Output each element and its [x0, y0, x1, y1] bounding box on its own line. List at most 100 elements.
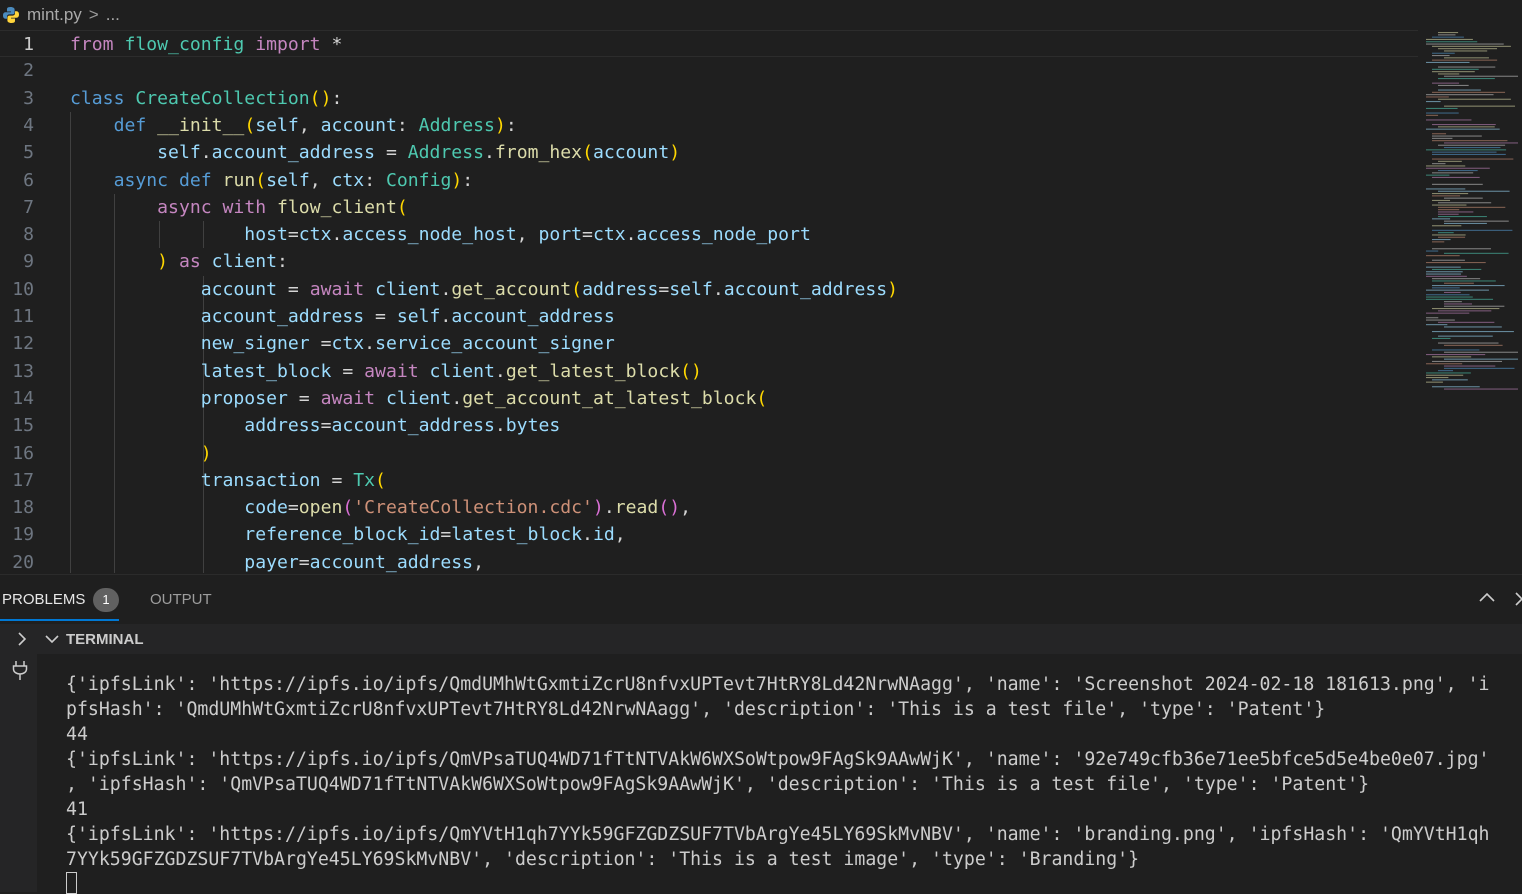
code-text: def __init__(self, account: Address):: [113, 114, 517, 136]
minimap-line: [1432, 241, 1445, 243]
code-line[interactable]: 3 class CreateCollection():: [0, 85, 1420, 112]
line-number: 9: [23, 251, 34, 273]
minimap-line: [1432, 91, 1506, 93]
minimap-line: [1426, 363, 1463, 365]
code-line[interactable]: 20 payer=account_address,: [0, 549, 1420, 573]
code-editor[interactable]: 1 from flow_config import * 2 3 class Create…: [0, 30, 1522, 573]
line-number: 6: [23, 169, 34, 191]
code-text: account_address = self.account_address: [200, 306, 615, 327]
minimap-line: [1426, 312, 1470, 314]
minimap-line: [1432, 55, 1450, 57]
code-text: account = await client.get_account(addre…: [200, 278, 899, 300]
plug-icon[interactable]: [11, 659, 29, 681]
code-text: transaction = Tx(: [200, 469, 386, 491]
minimap-line: [1444, 147, 1501, 149]
chevron-down-icon[interactable]: [42, 629, 62, 649]
code-text: host=ctx.access_node_host, port=ctx.acce…: [244, 224, 811, 246]
code-line[interactable]: 1 from flow_config import *: [0, 30, 1418, 57]
chevron-right-icon: >: [88, 5, 99, 24]
code-text: async with flow_client(: [157, 196, 408, 218]
terminal-output[interactable]: {'ipfsLink': 'https://ipfs.io/ipfs/QmdUM…: [37, 654, 1522, 894]
line-number: 20: [12, 551, 34, 573]
minimap-line: [1432, 68, 1479, 70]
minimap-line: [1444, 301, 1462, 303]
minimap-line: [1438, 48, 1498, 50]
code-line[interactable]: 2: [0, 57, 1420, 84]
minimap-line: [1438, 209, 1460, 211]
minimap-line: [1432, 135, 1482, 137]
minimap-line: [1438, 335, 1493, 337]
line-number: 4: [23, 114, 34, 136]
code-line[interactable]: 12 new_signer =ctx.service_account_signe…: [0, 330, 1420, 357]
code-line[interactable]: 19 reference_block_id=latest_block.id,: [0, 521, 1420, 548]
minimap-line: [1426, 296, 1473, 298]
code-line[interactable]: 8 host=ctx.access_node_host, port=ctx.ac…: [0, 221, 1420, 248]
minimap-line: [1426, 96, 1449, 98]
code-line[interactable]: 6 async def run(self, ctx: Config):: [0, 167, 1420, 194]
terminal-line: {'ipfsLink': 'https://ipfs.io/ipfs/QmVPs…: [66, 749, 1490, 770]
code-line[interactable]: 10 account = await client.get_account(ad…: [0, 276, 1420, 303]
code-line[interactable]: 15 address=account_address.bytes: [0, 412, 1420, 439]
line-number: 3: [23, 87, 34, 109]
tab-problems[interactable]: PROBLEMS: [2, 591, 85, 608]
terminal-line: , 'ipfsHash': 'QmVPsaTUQ4WD71fTtNTVAkW6W…: [66, 774, 1370, 795]
code-text: class CreateCollection():: [70, 87, 343, 109]
minimap-line: [1438, 84, 1469, 86]
minimap-line: [1432, 356, 1472, 358]
minimap-line: [1432, 153, 1506, 155]
minimap-line: [1438, 310, 1492, 312]
code-line[interactable]: 17 transaction = Tx(: [0, 467, 1420, 494]
code-line[interactable]: 5 self.account_address = Address.from_he…: [0, 139, 1420, 166]
code-line[interactable]: 14 proposer = await client.get_account_a…: [0, 385, 1420, 412]
minimap-line: [1444, 222, 1487, 224]
minimap-line: [1432, 158, 1514, 160]
tab-output[interactable]: OUTPUT: [150, 591, 212, 608]
chevron-up-icon[interactable]: [1476, 587, 1498, 609]
minimap-line: [1444, 344, 1503, 346]
code-text: proposer = await client.get_account_at_l…: [200, 387, 768, 409]
minimap-line: [1432, 199, 1451, 201]
minimap-line: [1432, 204, 1467, 206]
minimap-line: [1432, 360, 1503, 362]
breadcrumb-ellipsis[interactable]: ...: [106, 5, 120, 25]
terminal-line: {'ipfsLink': 'https://ipfs.io/ipfs/QmdUM…: [66, 674, 1490, 695]
code-line[interactable]: 9 ) as client:: [0, 248, 1420, 275]
chevron-right-icon[interactable]: [12, 629, 32, 649]
minimap-line: [1438, 89, 1481, 91]
minimap-line: [1438, 73, 1460, 75]
line-number: 18: [12, 497, 34, 519]
minimap-line: [1438, 170, 1478, 172]
code-line[interactable]: 7 async with flow_client(: [0, 194, 1420, 221]
minimap-line: [1438, 202, 1492, 204]
breadcrumb-file[interactable]: mint.py: [27, 5, 82, 25]
terminal-section-header[interactable]: TERMINAL: [0, 624, 1522, 654]
terminal-line: {'ipfsLink': 'https://ipfs.io/ipfs/QmYVt…: [66, 824, 1490, 845]
minimap[interactable]: [1422, 30, 1522, 390]
minimap-line: [1432, 193, 1469, 195]
line-number: 17: [12, 469, 34, 491]
minimap-line: [1426, 273, 1462, 275]
minimap-line: [1444, 351, 1518, 353]
terminal-line: pfsHash': 'QmdUMhWtGxmtiZcrU8nfvxUPTevt7…: [66, 699, 1326, 720]
minimap-line: [1438, 321, 1495, 323]
minimap-line: [1444, 220, 1509, 222]
code-line[interactable]: 18 code=open('CreateCollection.cdc').rea…: [0, 494, 1420, 521]
minimap-line: [1426, 149, 1507, 151]
close-icon[interactable]: [1512, 587, 1522, 609]
code-line[interactable]: 13 latest_block = await client.get_lates…: [0, 358, 1420, 385]
minimap-line: [1426, 114, 1439, 116]
minimap-line: [1426, 372, 1471, 374]
code-line[interactable]: 11 account_address = self.account_addres…: [0, 303, 1420, 330]
minimap-line: [1438, 213, 1459, 215]
code-line[interactable]: 16 ): [0, 440, 1420, 467]
line-number: 12: [12, 333, 34, 355]
minimap-line: [1438, 34, 1456, 36]
minimap-line: [1432, 82, 1460, 84]
minimap-line: [1438, 144, 1506, 146]
terminal-line: 41: [66, 799, 88, 820]
line-number: 5: [23, 142, 34, 164]
code-text: ): [200, 442, 212, 464]
minimap-line: [1432, 71, 1475, 73]
code-line[interactable]: 4 def __init__(self, account: Address):: [0, 112, 1420, 139]
panel-tab-bar: PROBLEMS 1 OUTPUT: [0, 574, 1522, 623]
